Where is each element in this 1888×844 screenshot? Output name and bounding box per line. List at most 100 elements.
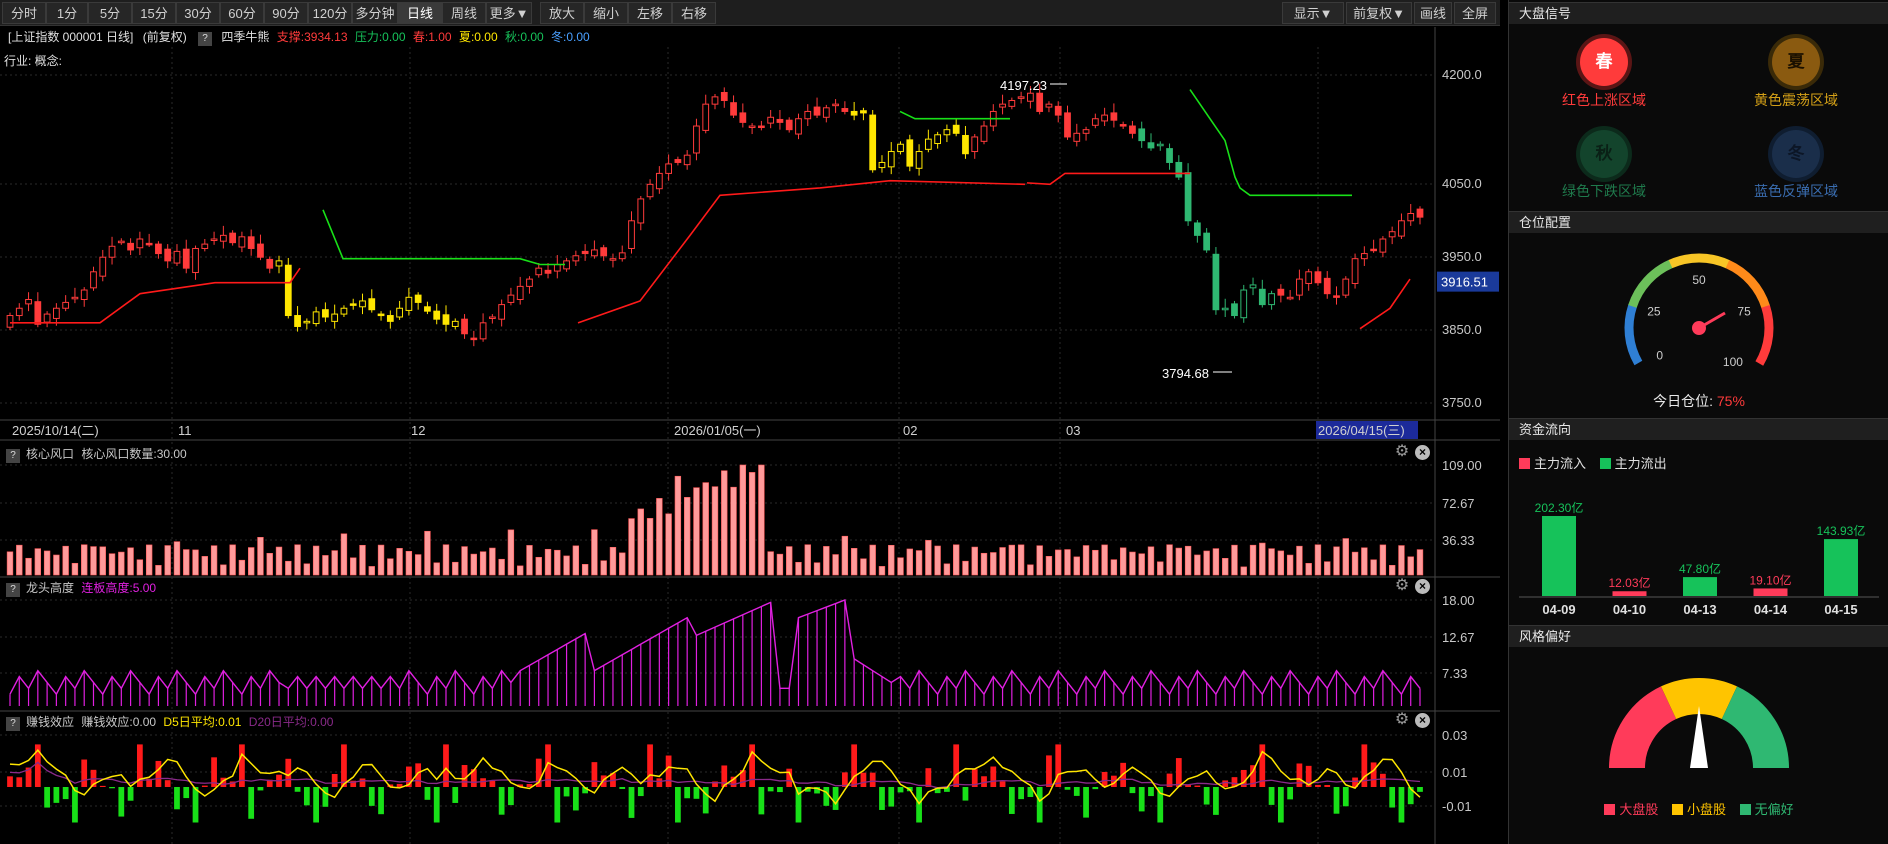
today-position-value: 75% [1716,393,1745,409]
spring-icon[interactable]: 春 [1580,38,1628,86]
candle-body [1203,232,1211,251]
hotspot-bar [860,558,867,576]
hotspot-bar [804,544,811,576]
gear-icon[interactable]: ⚙ [1394,444,1410,460]
hotspot-bar [1184,545,1192,576]
money-effect-bar [1324,785,1331,787]
candle-body [377,313,385,317]
candle-body [544,269,552,274]
candle-body [155,243,162,255]
candle-body [906,139,914,167]
close-icon[interactable]: × [1415,579,1430,594]
help-icon[interactable]: ? [6,449,20,463]
legend-outflow: 主力流出 [1614,456,1667,471]
hotspot-bar [108,553,116,576]
candle-body [720,91,728,102]
candle-body [247,236,255,249]
fundflow-value-label: 143.93亿 [1817,523,1866,538]
hotspot-bar [1082,545,1090,576]
hotspot-bar [1333,546,1340,576]
money-effect-bar [1064,787,1071,790]
money-effect-bar [62,787,69,800]
candle-body [1370,248,1377,252]
candle-body [943,129,951,136]
legend-large: 大盘股 [1619,802,1659,817]
close-icon[interactable]: × [1415,713,1430,728]
fundflow-value-label: 202.30亿 [1535,500,1584,515]
help-icon[interactable]: ? [6,583,20,597]
candle-body [822,107,830,118]
hotspot-bar [118,551,125,576]
hotspot-bar [971,546,978,576]
money-effect-bar [303,787,310,806]
hotspot-bar [1055,549,1062,576]
hotspot-bar [396,548,403,576]
money-effect-bar [313,787,319,823]
panel3-tick-label: 0.03 [1442,728,1467,743]
hotspot-bar [990,552,997,576]
winter-icon[interactable]: 冬 [1772,130,1820,178]
help-icon[interactable]: ? [6,717,20,731]
hotspot-bar [795,561,802,576]
candle-body [219,234,227,242]
legend-none: 无偏好 [1754,802,1794,817]
money-effect-bar [1333,787,1340,814]
candle-body [71,296,79,300]
candle-body [117,240,125,244]
money-effect-bar [1008,787,1015,814]
hotspot-bar [1379,544,1387,576]
gauge-tick-label: 25 [1647,305,1661,319]
candle-body [127,242,134,251]
signal-label-red: 红色上涨区域 [1562,92,1646,108]
hotspot-bar [1388,564,1396,576]
hotspot-bar [544,548,552,576]
money-effect-bar [1194,785,1201,787]
hotspot-bar [303,563,311,576]
hotspot-bar [34,548,42,576]
hotspot-bar [628,518,635,576]
money-effect-bar [777,787,783,793]
candle-body [201,243,209,249]
hotspot-bar [600,560,607,576]
candle-body [655,172,663,190]
summer-icon[interactable]: 夏 [1772,38,1820,86]
hotspot-bar [517,565,524,576]
high-price-label: 4197.23 [1000,78,1047,93]
gear-icon[interactable]: ⚙ [1394,712,1410,728]
hotspot-bar [461,546,468,576]
hotspot-bar [1351,551,1359,576]
candle-body [934,134,942,145]
panel2-tick-label: 12.67 [1442,630,1475,645]
hotspot-bar [173,541,181,576]
hotspot-bar [62,545,69,576]
date-label: 2026/01/05(一) [674,423,761,438]
hotspot-bar [581,564,589,576]
hotspot-bar [1101,544,1108,576]
close-icon[interactable]: × [1415,445,1430,460]
candle-body [758,125,765,129]
candle-body [1314,271,1322,284]
money-effect-bar [554,787,561,823]
hotspot-bar [897,557,904,576]
price-tick-label: 4200.0 [1442,67,1482,82]
fundflow-date-label: 04-14 [1754,602,1788,617]
money-effect-bar [1138,787,1145,812]
money-effect-bar [53,787,60,803]
hotspot-bar [377,544,385,576]
panel3-title: 赚钱效应 [26,715,75,729]
hotspot-bar [1175,547,1182,576]
candle-body [164,248,172,262]
hotspot-bar [656,498,663,576]
gear-icon[interactable]: ⚙ [1394,578,1410,594]
candle-body [25,298,32,305]
money-effect-bar [164,780,171,787]
hotspot-bar [294,544,301,576]
hotspot-bar [1166,544,1173,576]
autumn-icon[interactable]: 秋 [1580,130,1628,178]
candle-body [1054,105,1062,116]
hotspot-bar [1240,566,1247,576]
candle-body [665,163,672,174]
candle-body [136,238,144,249]
candle-body [322,309,329,318]
money-effect-bar [869,772,876,787]
